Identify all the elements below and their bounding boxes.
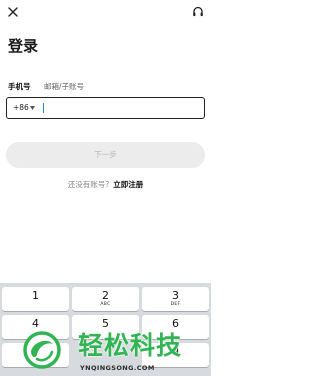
key-number: 3 <box>172 289 179 302</box>
next-button[interactable]: 下一步 <box>6 142 205 168</box>
headset-icon[interactable] <box>191 5 205 19</box>
watermark-subtext: YNQINGSONG.COM <box>80 364 155 372</box>
key-number: 1 <box>32 289 39 302</box>
phone-input-field[interactable]: +86 <box>6 97 205 119</box>
key-letters: ABC <box>100 302 111 307</box>
tab-phone[interactable]: 手机号 <box>8 80 31 94</box>
page-title: 登录 <box>8 37 39 55</box>
register-row: 还没有账号? 立即注册 <box>0 179 211 191</box>
register-link[interactable]: 立即注册 <box>113 180 143 189</box>
key-3[interactable]: 3 DEF <box>142 287 209 311</box>
key-number: 2 <box>102 289 109 302</box>
country-code-selector[interactable]: +86 <box>13 98 29 118</box>
watermark-text: 轻松科技 <box>78 331 183 360</box>
watermark-logo-icon <box>23 331 61 369</box>
tab-email[interactable]: 邮箱/子账号 <box>44 80 84 94</box>
watermark: 轻松科技 YNQINGSONG.COM <box>16 330 211 376</box>
text-caret <box>43 103 44 113</box>
close-icon[interactable] <box>6 5 20 19</box>
chevron-down-icon[interactable] <box>30 106 35 110</box>
top-bar <box>0 0 211 26</box>
key-1[interactable]: 1 <box>2 287 69 311</box>
key-2[interactable]: 2 ABC <box>72 287 139 311</box>
register-prompt: 还没有账号? <box>67 180 110 189</box>
key-number: 5 <box>102 317 109 330</box>
key-letters: DEF <box>170 302 181 307</box>
key-number: 4 <box>32 317 39 330</box>
key-number: 6 <box>172 317 179 330</box>
